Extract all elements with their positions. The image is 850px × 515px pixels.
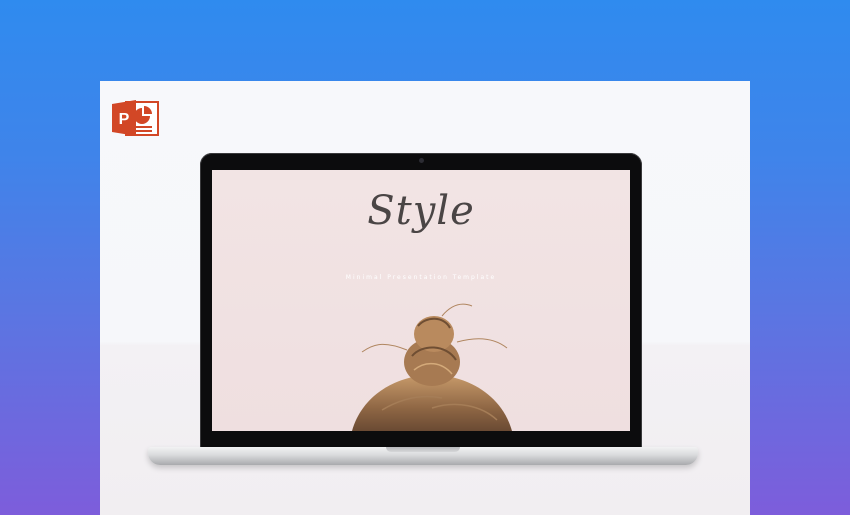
powerpoint-icon: P	[112, 100, 159, 136]
preview-panel: P Style Minimal Presentation Template	[100, 81, 750, 515]
slide-title: Style	[367, 188, 475, 234]
hair-bun-photo	[352, 303, 512, 431]
laptop-mockup: Style Minimal Presentation Template	[148, 153, 698, 473]
laptop-base	[148, 447, 698, 465]
slide-subtitle: Minimal Presentation Template	[345, 274, 497, 281]
laptop-lid: Style Minimal Presentation Template	[200, 153, 642, 449]
laptop-screen: Style Minimal Presentation Template	[212, 170, 630, 431]
laptop-notch	[386, 447, 460, 452]
camera-icon	[419, 158, 424, 163]
powerpoint-icon-letter: P	[119, 111, 130, 128]
